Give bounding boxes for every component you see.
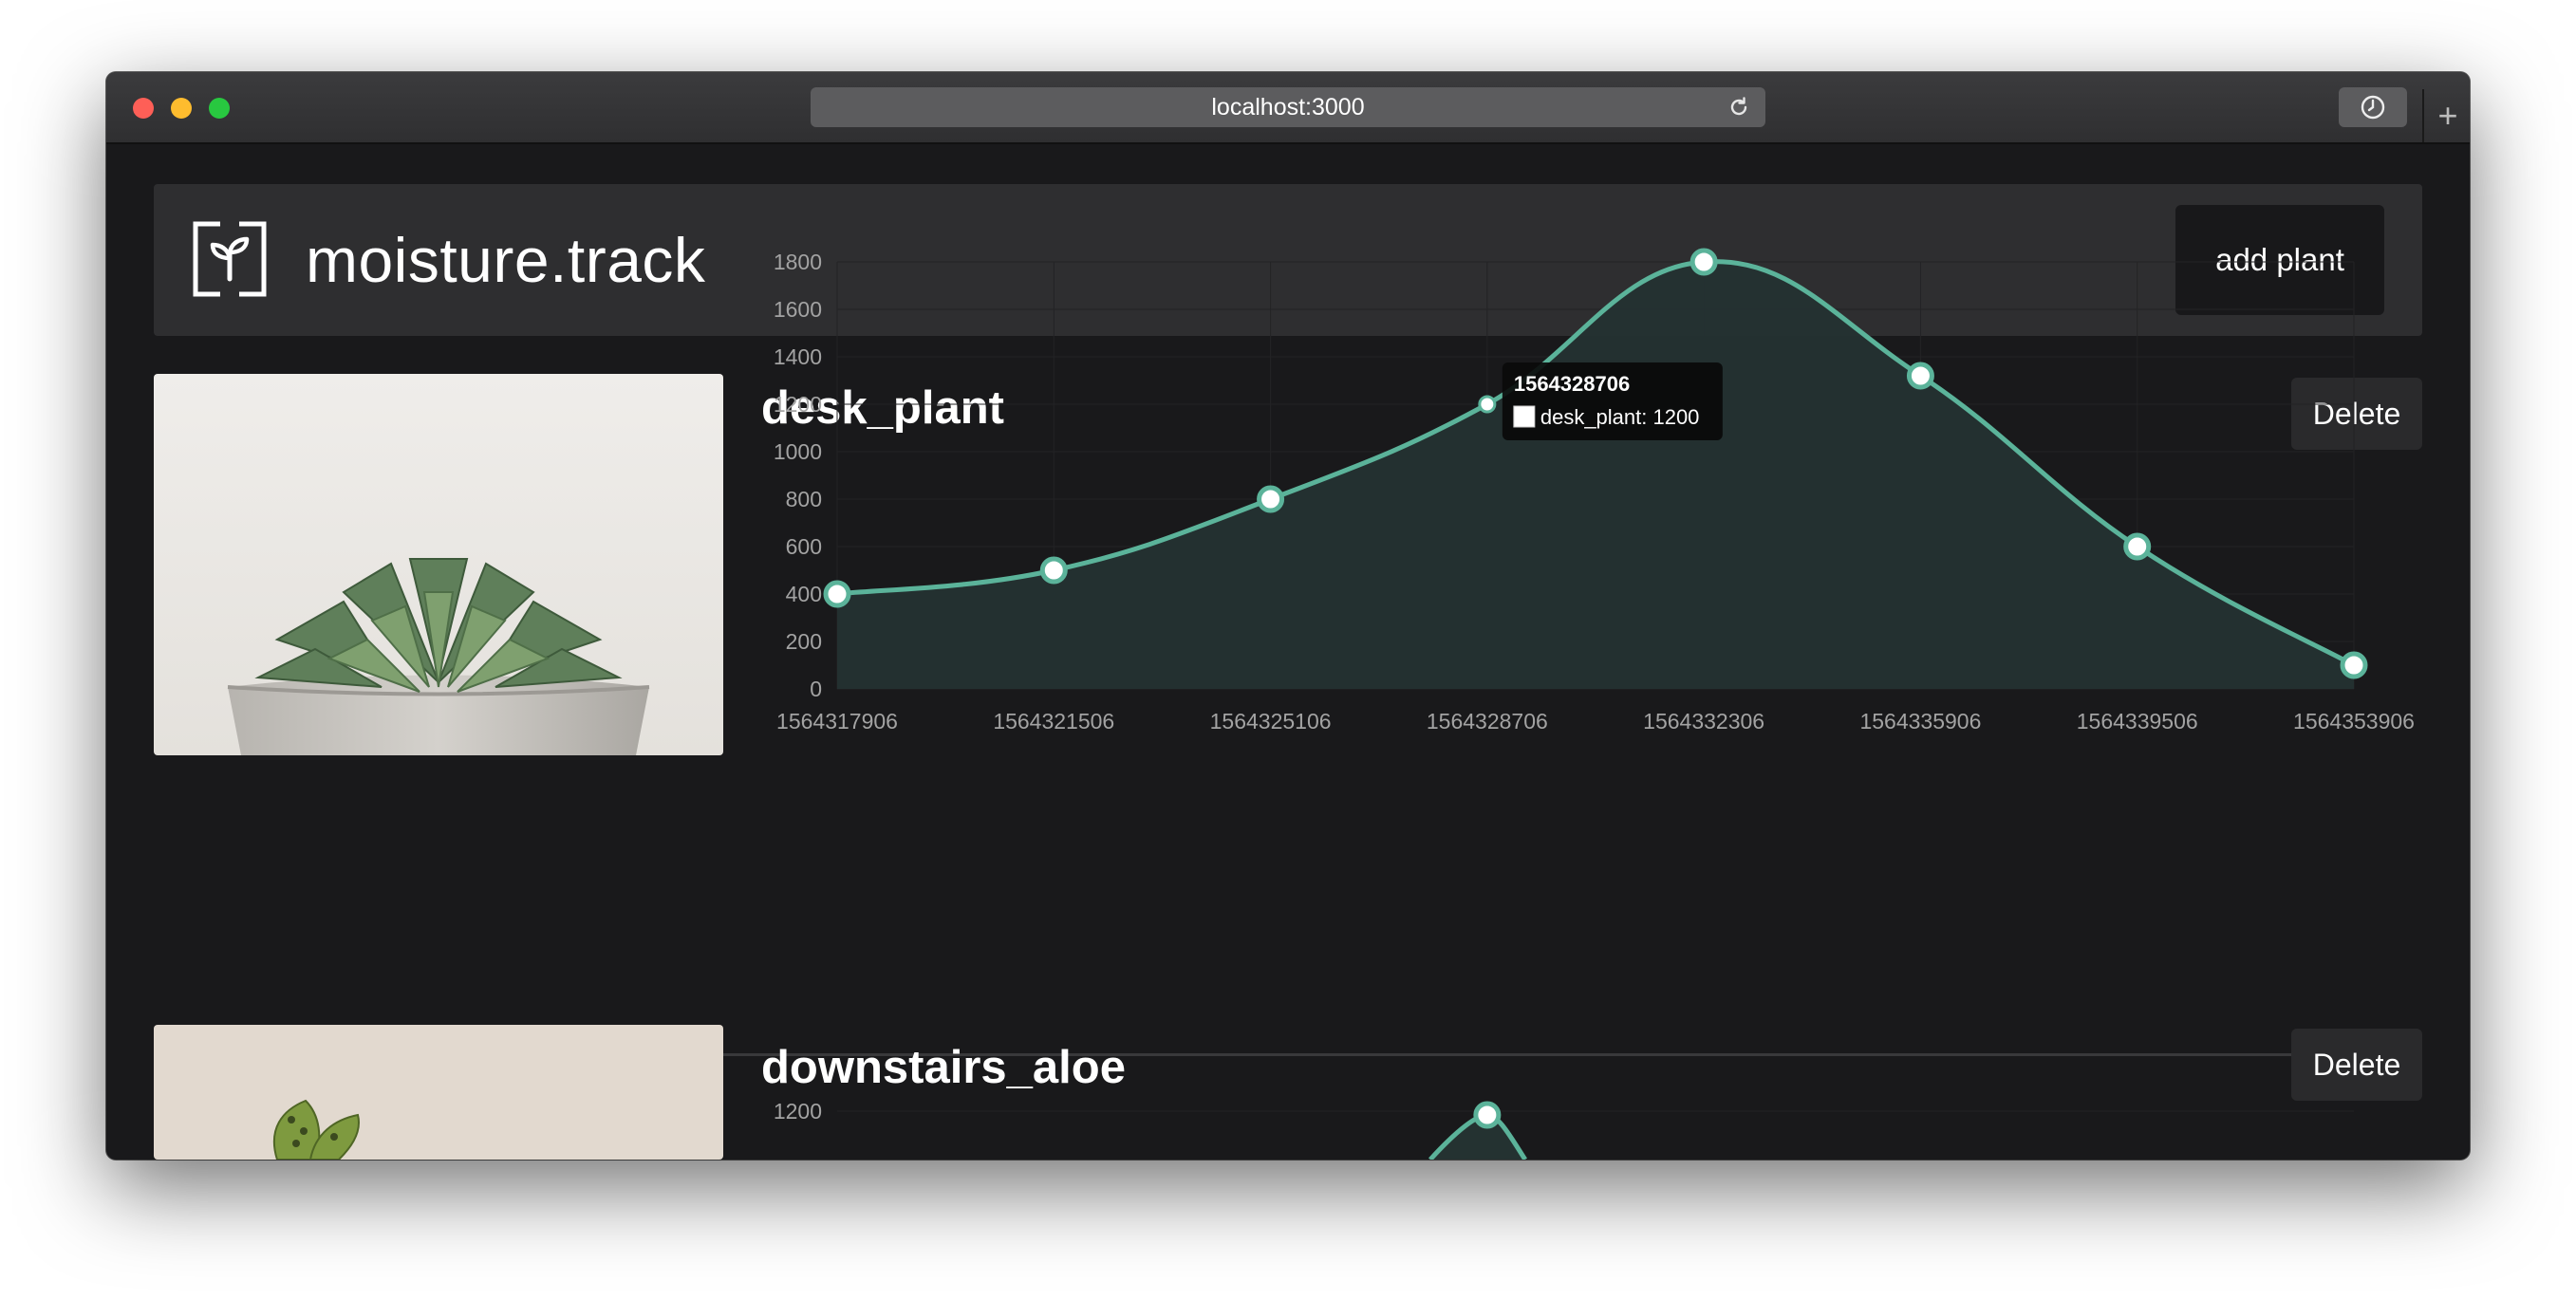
- y-tick-label: 1000: [774, 439, 822, 464]
- y-tick-label: 1200: [774, 392, 822, 417]
- tooltip-label: desk_plant: 1200: [1540, 405, 1700, 429]
- x-tick-label: 1564317906: [776, 709, 898, 733]
- data-point: [823, 580, 851, 608]
- app-title: moisture.track: [306, 225, 706, 295]
- x-tick-label: 1564332306: [1643, 709, 1764, 733]
- y-tick-label: 800: [786, 487, 822, 511]
- moisture-chart[interactable]: 0 200 400 600 800 1000 1200 1400 1600 1800 1564317…: [761, 239, 2432, 737]
- aloe-image: [154, 1025, 723, 1160]
- history-button[interactable]: [2339, 87, 2407, 127]
- data-point: [1478, 395, 1497, 414]
- plant-photo: [154, 1025, 723, 1160]
- browser-window: localhost:3000 + moisture.track add plan…: [106, 72, 2470, 1160]
- chart-tooltip: 1564328706 desk_plant: 1200: [1502, 362, 1723, 440]
- data-point: [1689, 248, 1718, 276]
- y-tick-label: 600: [786, 534, 822, 559]
- plant-name: downstairs_aloe: [761, 1042, 1126, 1093]
- tooltip-swatch: [1513, 405, 1536, 428]
- x-tick-label: 1564335906: [1859, 709, 1981, 733]
- clock-icon: [2361, 95, 2385, 120]
- x-tick-label: 1564325106: [1210, 709, 1332, 733]
- data-point: [2123, 532, 2152, 561]
- area-fill: [837, 261, 2354, 689]
- url-text: localhost:3000: [1211, 94, 1365, 121]
- new-tab-button[interactable]: +: [2422, 89, 2470, 142]
- x-tick-label: 1564353906: [2293, 709, 2415, 733]
- maximize-window-button[interactable]: [209, 98, 230, 119]
- y-tick-label: 1600: [774, 297, 822, 322]
- x-tick-label: 1564328706: [1427, 709, 1548, 733]
- area-chart: 1200: [774, 1099, 2354, 1160]
- y-tick-label: 0: [810, 677, 822, 701]
- succulent-image: [154, 374, 723, 755]
- data-point: [2340, 651, 2368, 679]
- tooltip-title: 1564328706: [1514, 372, 1630, 396]
- y-tick-label: 200: [786, 629, 822, 654]
- data-point: [1473, 1101, 1502, 1129]
- data-point: [1039, 556, 1068, 585]
- x-tick-label: 1564321506: [993, 709, 1114, 733]
- browser-titlebar: localhost:3000 +: [106, 72, 2470, 144]
- page-content: moisture.track add plant desk_plant Dele…: [106, 144, 2470, 1160]
- area-chart: 0 200 400 600 800 1000 1200 1400 1600 1800 1564317…: [774, 248, 2415, 734]
- y-tick-label: 1400: [774, 344, 822, 369]
- y-tick-label: 1200: [774, 1099, 822, 1124]
- reload-icon[interactable]: [1726, 94, 1752, 121]
- plant-logo-icon: [193, 221, 267, 297]
- data-point: [1906, 362, 1934, 390]
- moisture-chart[interactable]: 1200: [761, 1088, 2432, 1160]
- y-tick-label: 1800: [774, 250, 822, 274]
- data-point: [1257, 485, 1285, 513]
- x-tick-label: 1564339506: [2077, 709, 2198, 733]
- close-window-button[interactable]: [133, 98, 154, 119]
- address-bar[interactable]: localhost:3000: [811, 87, 1765, 127]
- y-tick-label: 400: [786, 582, 822, 606]
- plant-photo: [154, 374, 723, 755]
- minimize-window-button[interactable]: [171, 98, 192, 119]
